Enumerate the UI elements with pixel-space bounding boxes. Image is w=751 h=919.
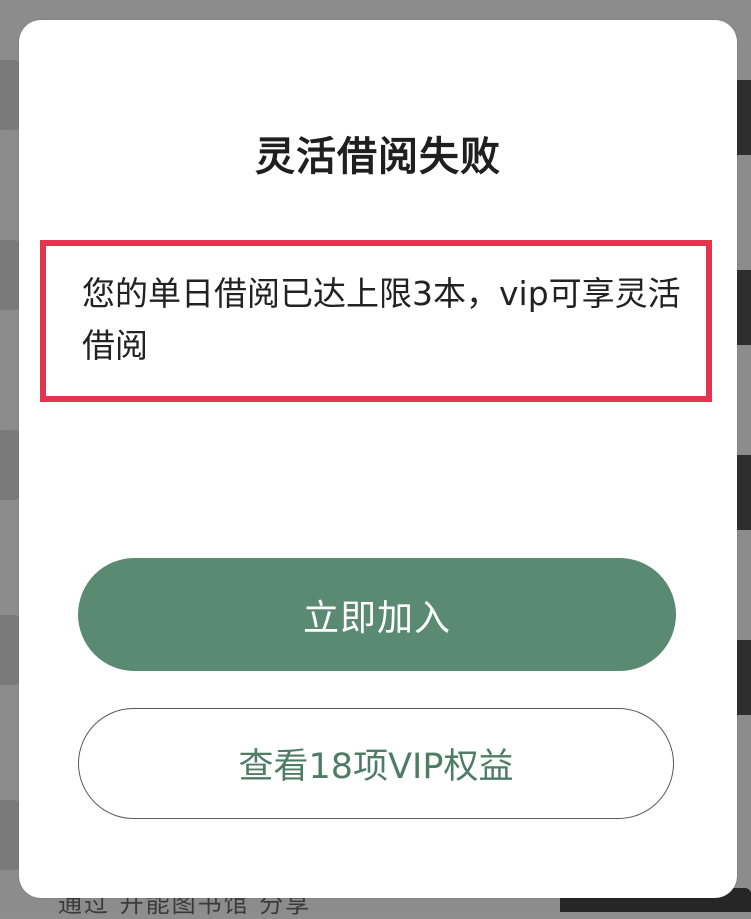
background-item-edge — [735, 455, 751, 530]
view-vip-benefits-button[interactable]: 查看18项VIP权益 — [78, 708, 674, 819]
dialog-title: 灵活借阅失败 — [255, 134, 501, 180]
borrow-failed-dialog: 灵活借阅失败 您的单日借阅已达上限3本，vip可享灵活借阅 立即加入 查看18项… — [19, 20, 737, 898]
background-item-edge — [735, 640, 751, 715]
background-item-edge — [735, 270, 751, 345]
join-now-button[interactable]: 立即加入 — [78, 558, 676, 671]
highlighted-message-box: 您的单日借阅已达上限3本，vip可享灵活借阅 — [40, 240, 712, 402]
dialog-message: 您的单日借阅已达上限3本，vip可享灵活借阅 — [82, 274, 681, 365]
background-item-edge — [735, 80, 751, 155]
